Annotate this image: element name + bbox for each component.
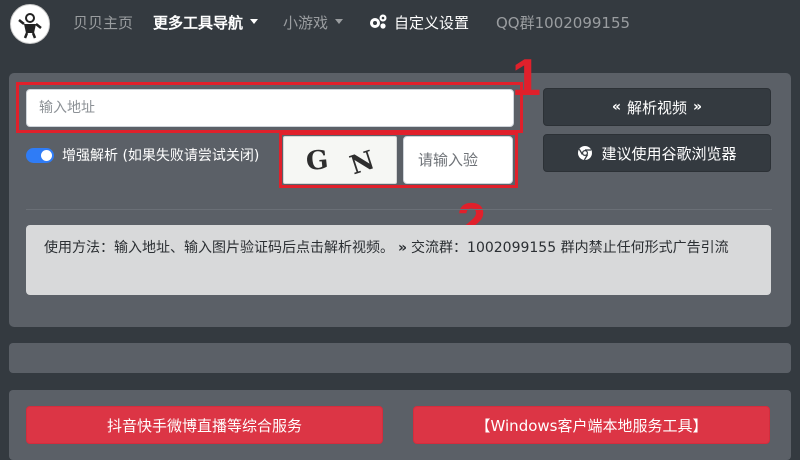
gears-icon [370,14,387,29]
parse-video-label: 解析视频 [626,98,687,117]
chrome-icon [578,146,593,161]
toggle-knob [41,150,52,161]
nav-qq-group[interactable]: QQ群1002099155 [496,13,630,33]
nav-settings[interactable]: 自定义设置 [368,13,469,33]
social-services-button[interactable]: 抖音快手微博直播等综合服务 [26,406,383,444]
usage-text: 使用方法：输入地址、输入图片验证码后点击解析视频。 [44,240,394,256]
nav-games-dropdown[interactable]: 小游戏 [283,13,344,33]
group-notice-text: 交流群：1002099155 群内禁止任何形式广告引流 [411,240,729,256]
double-chevron-right-icon: » [398,240,408,256]
astronaut-icon [18,13,42,39]
nav-tools-label: 更多工具导航 [153,14,244,32]
parse-video-button[interactable]: « 解析视频 » [543,88,771,126]
annotation-number-1: 1 [512,49,541,107]
enhanced-parse-toggle[interactable] [26,148,54,163]
double-chevron-right-icon: » [693,99,703,115]
nav-games-label: 小游戏 [283,14,329,32]
captcha-input[interactable] [403,136,513,184]
top-navbar: 贝贝主页 更多工具导航 小游戏 自定义设置 QQ群1002099155 [0,0,800,48]
captcha-char: G [304,142,352,178]
usage-info-box: 使用方法：输入地址、输入图片验证码后点击解析视频。» 交流群：1002099155… [26,225,771,295]
captcha-char: N [346,138,400,182]
browser-recommend-label: 建议使用谷歌浏览器 [601,144,737,163]
chevron-down-icon [250,19,259,24]
divider [26,209,772,210]
empty-panel [9,343,791,373]
enhanced-parse-label: 增强解析 (如果失败请尝试关闭) [62,148,260,164]
chevron-down-icon [335,19,344,24]
url-input[interactable] [26,89,514,127]
browser-recommend-button[interactable]: 建议使用谷歌浏览器 [543,134,771,172]
windows-client-button[interactable]: 【Windows客户端本地服务工具】 [413,406,770,444]
site-logo[interactable] [10,4,50,44]
nav-tools-dropdown[interactable]: 更多工具导航 [153,13,259,33]
captcha-image[interactable]: GN [283,136,400,184]
nav-home[interactable]: 贝贝主页 [73,13,133,33]
double-chevron-left-icon: « [611,99,621,115]
nav-settings-label: 自定义设置 [394,14,470,32]
